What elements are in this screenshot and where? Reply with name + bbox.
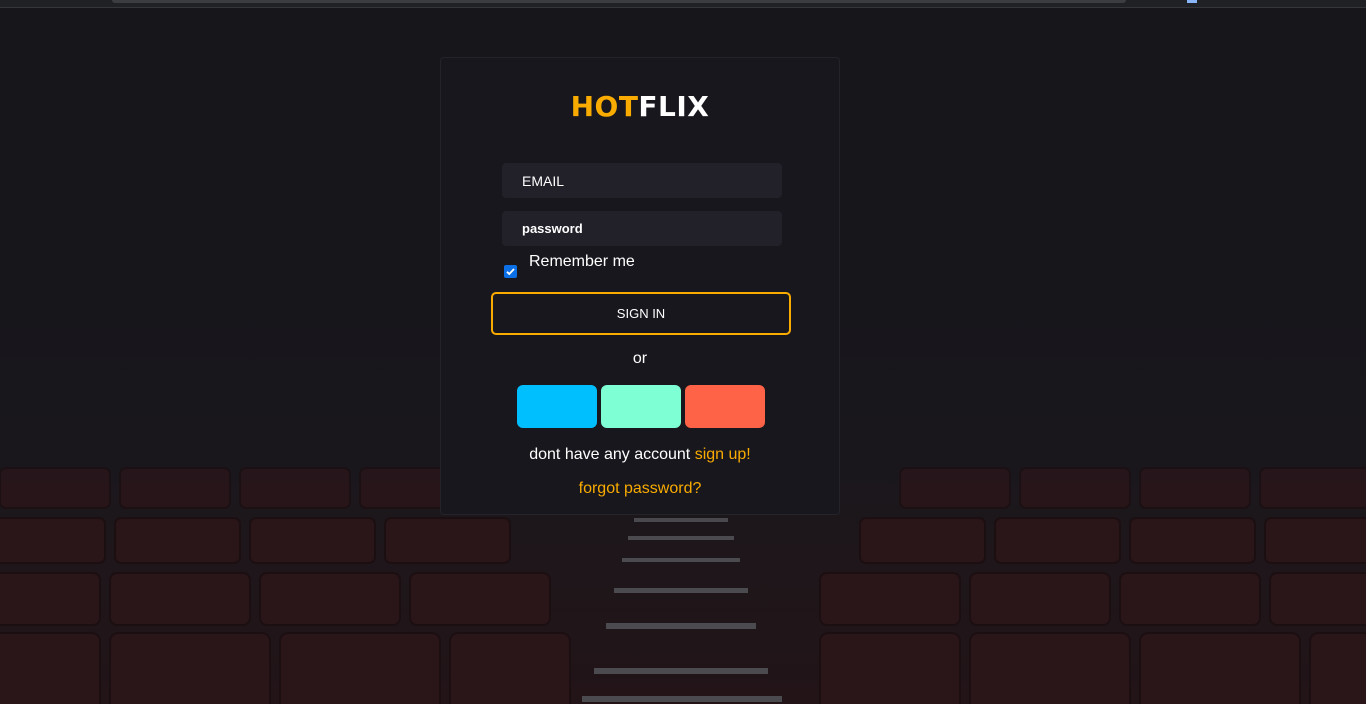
forgot-password-link[interactable]: forgot password? — [441, 480, 839, 498]
sign-in-button[interactable]: SIGN IN — [491, 292, 791, 335]
remember-me-checkbox[interactable] — [504, 265, 517, 278]
browser-address-bar-edge — [112, 0, 1126, 3]
sign-up-link[interactable]: sign up! — [695, 446, 751, 463]
hotflix-logo[interactable]: HOTFLIX — [441, 90, 839, 123]
logo-part-hot: HOT — [570, 90, 639, 123]
no-account-text: dont have any account — [529, 446, 691, 463]
social-login-button-2[interactable] — [601, 385, 681, 428]
checkmark-icon — [506, 268, 515, 276]
email-input[interactable] — [502, 163, 782, 198]
signup-prompt: dont have any account sign up! — [441, 446, 839, 464]
logo-part-flix: FLIX — [638, 90, 710, 123]
social-login-button-1[interactable] — [517, 385, 597, 428]
social-login-button-3[interactable] — [685, 385, 765, 428]
browser-extension-icon — [1187, 0, 1197, 3]
browser-top-strip — [0, 0, 1366, 8]
remember-me-label[interactable]: Remember me — [529, 253, 635, 271]
login-card: HOTFLIX Remember me SIGN IN or dont have… — [440, 57, 840, 515]
or-divider-text: or — [632, 350, 648, 367]
password-input[interactable] — [502, 211, 782, 246]
